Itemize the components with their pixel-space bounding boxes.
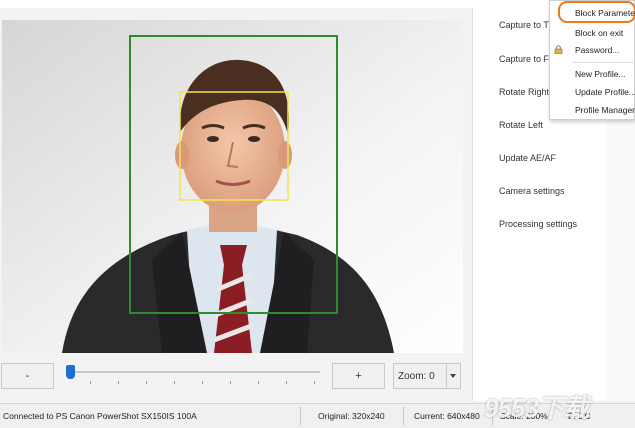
slider-tick xyxy=(314,381,315,384)
capture-to-file-button[interactable]: Capture to Fi xyxy=(499,54,551,64)
update-ae-af-button[interactable]: Update AE/AF xyxy=(499,153,556,163)
zoom-in-button[interactable]: + xyxy=(332,363,385,389)
rotate-left-button[interactable]: Rotate Left xyxy=(499,120,543,130)
zoom-slider-track[interactable] xyxy=(66,371,320,373)
slider-tick xyxy=(90,381,91,384)
site-watermark: 9553下载 xyxy=(484,393,589,423)
camera-preview[interactable] xyxy=(2,20,463,353)
slider-tick xyxy=(174,381,175,384)
slider-tick xyxy=(146,381,147,384)
menu-item-block-on-exit[interactable]: Block on exit xyxy=(575,28,623,38)
status-separator xyxy=(300,407,301,425)
zoom-slider-thumb[interactable] xyxy=(66,365,75,379)
slider-tick xyxy=(202,381,203,384)
lock-icon xyxy=(554,45,563,54)
menu-separator xyxy=(572,62,634,63)
zoom-out-button[interactable]: - xyxy=(1,363,54,389)
slider-tick xyxy=(258,381,259,384)
menu-item-password[interactable]: Password... xyxy=(575,45,619,55)
camera-settings-button[interactable]: Camera settings xyxy=(499,186,565,196)
slider-tick xyxy=(286,381,287,384)
menu-item-profile-manager[interactable]: Profile Manager xyxy=(575,105,635,115)
rotate-right-button[interactable]: Rotate Right xyxy=(499,87,549,97)
zoom-select[interactable]: Zoom: 0 xyxy=(393,363,461,389)
window-top-strip xyxy=(0,0,635,8)
menu-item-update-profile[interactable]: Update Profile... xyxy=(575,87,635,97)
slider-tick xyxy=(230,381,231,384)
zoom-control-bar: - + Zoom: 0 xyxy=(0,356,470,396)
status-current-size: Current: 640x480 xyxy=(414,411,480,421)
status-connection: Connected to PS Canon PowerShot SX150IS … xyxy=(3,411,197,421)
profile-menu: Block Parameter Block on exit Password..… xyxy=(549,0,635,120)
live-view-image xyxy=(2,20,463,353)
status-original-size: Original: 320x240 xyxy=(318,411,385,421)
slider-tick xyxy=(118,381,119,384)
menu-item-new-profile[interactable]: New Profile... xyxy=(575,69,626,79)
processing-settings-button[interactable]: Processing settings xyxy=(499,219,577,229)
chevron-down-icon[interactable] xyxy=(446,364,460,388)
capture-to-tethered-button[interactable]: Capture to T xyxy=(499,20,549,30)
menu-item-block-parameter[interactable]: Block Parameter xyxy=(575,8,635,18)
status-separator xyxy=(403,407,404,425)
zoom-value: Zoom: 0 xyxy=(398,371,435,382)
